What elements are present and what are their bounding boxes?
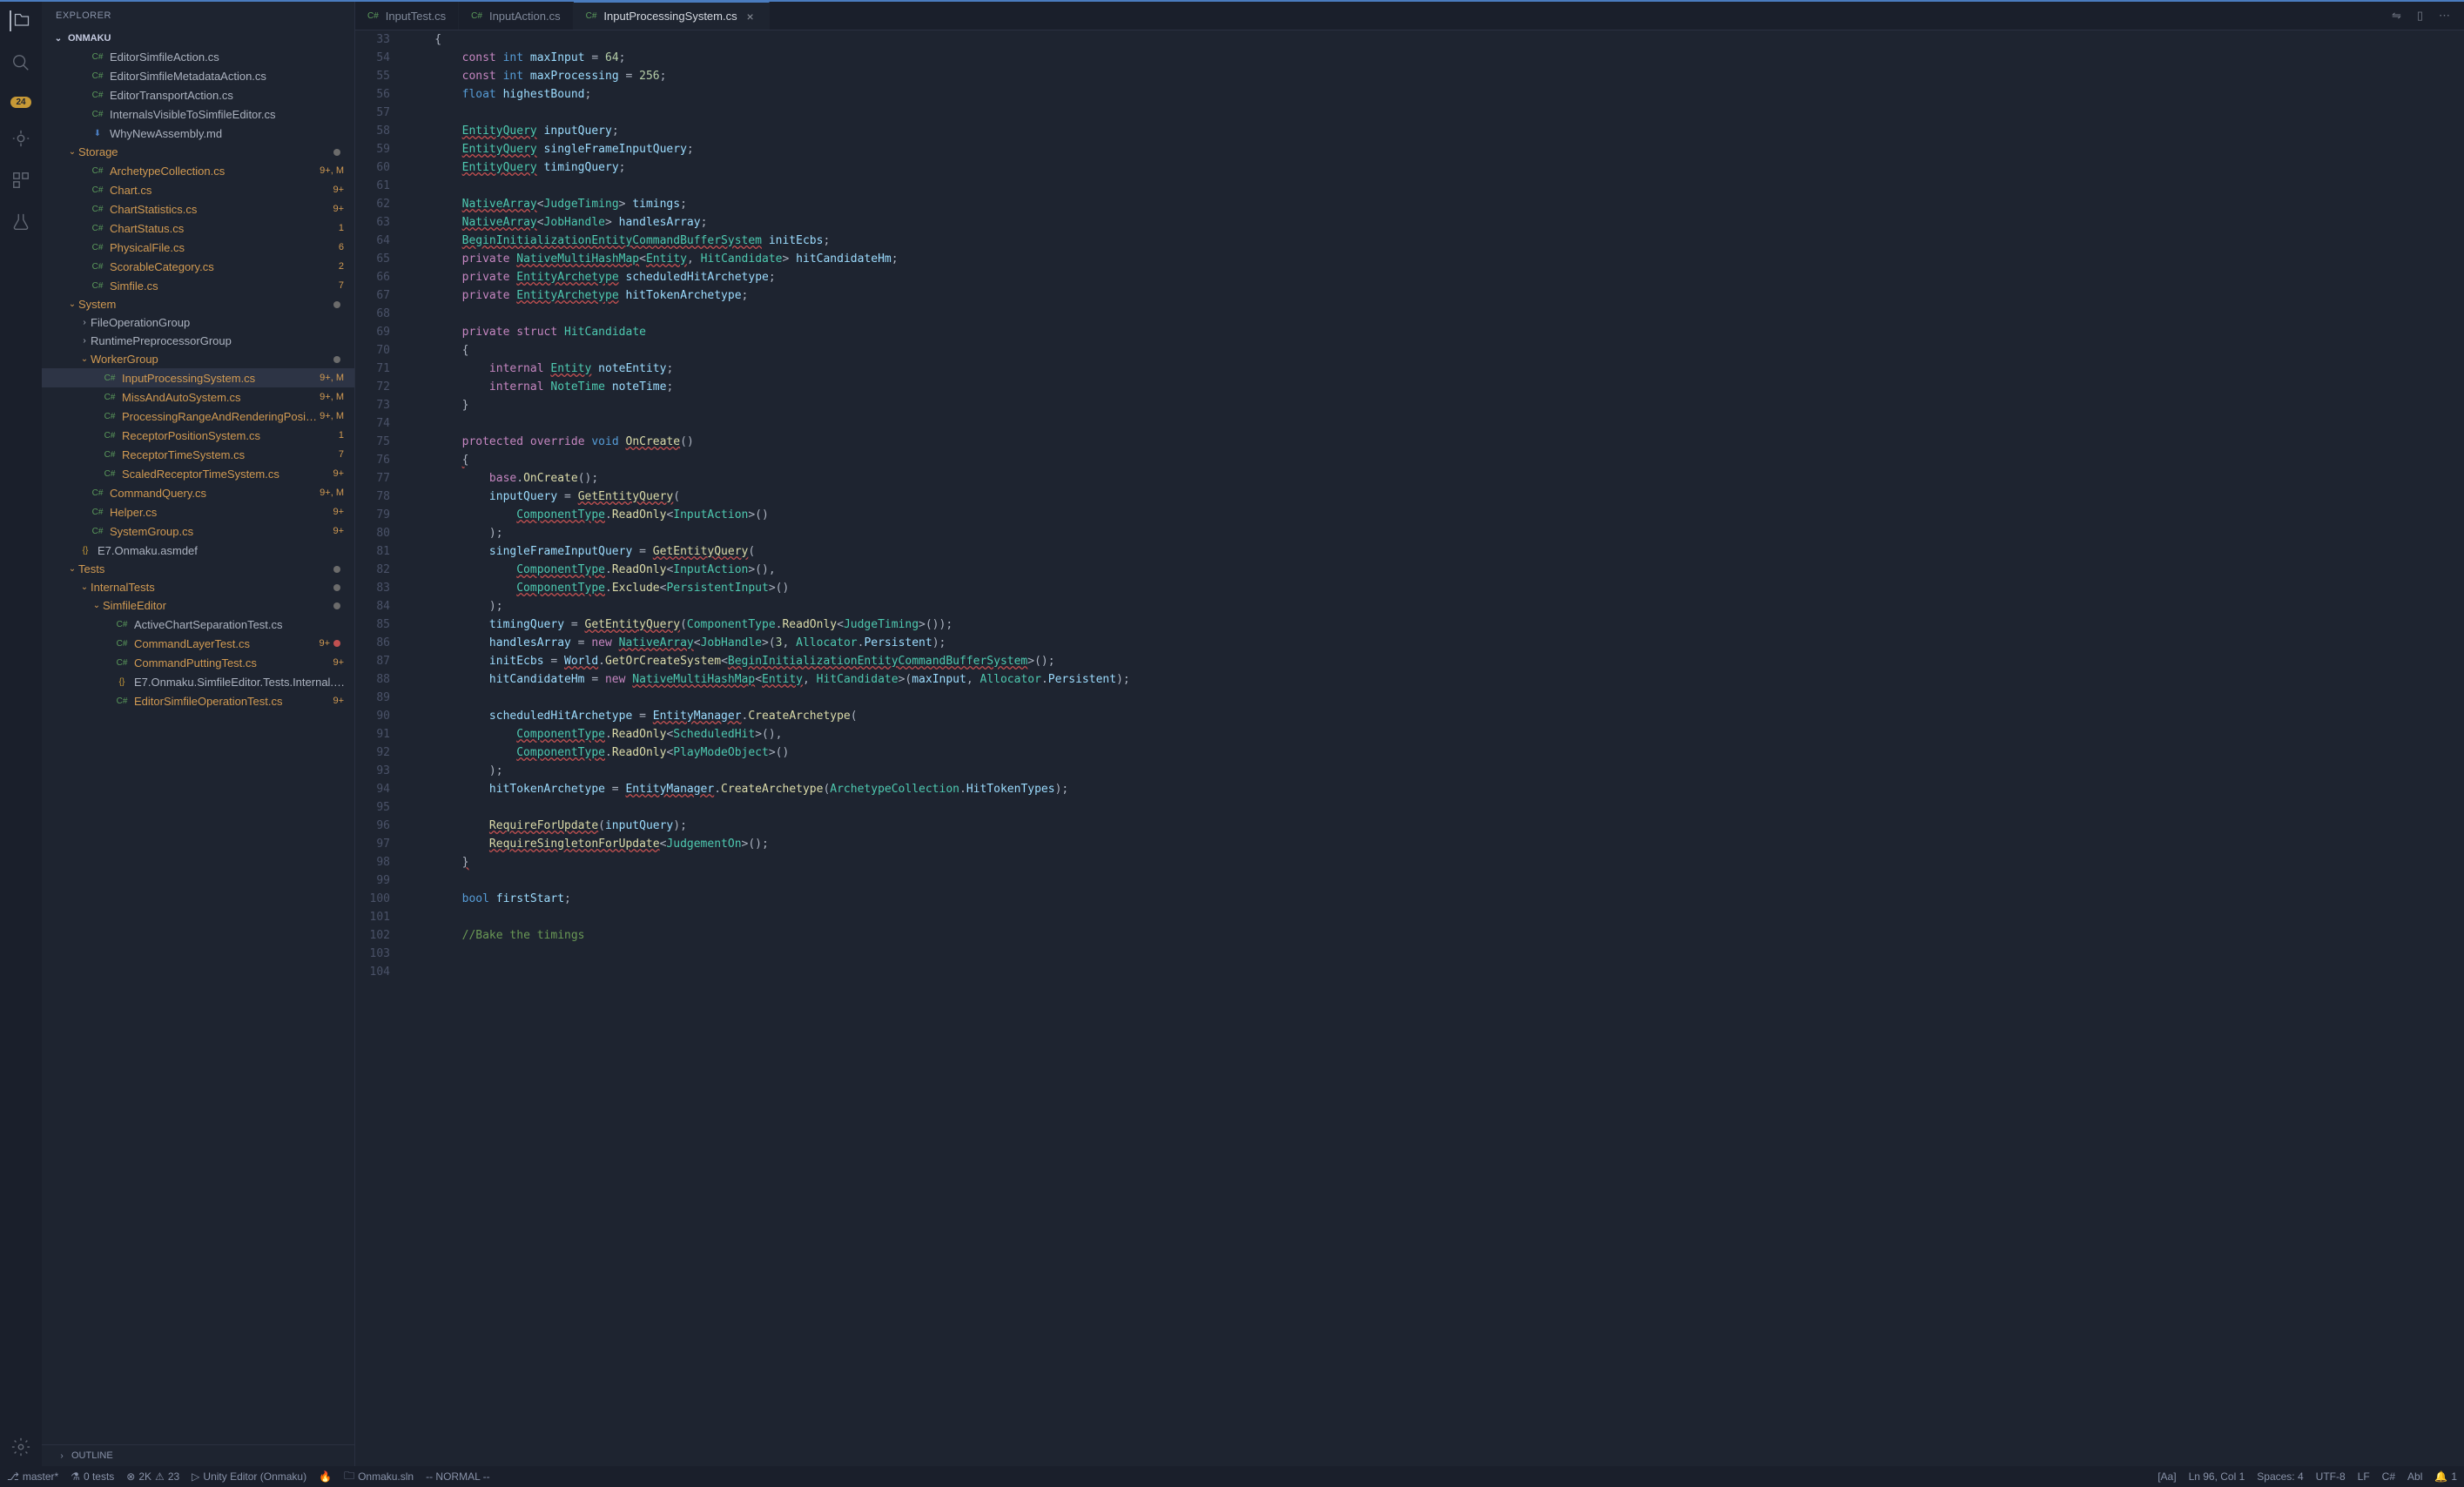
- editor-tab[interactable]: C#InputTest.cs: [355, 2, 459, 30]
- fire-icon[interactable]: 🔥: [319, 1470, 332, 1483]
- tree-item[interactable]: {}E7.Onmaku.SimfileEditor.Tests.Internal…: [42, 672, 354, 691]
- tree-item[interactable]: C#Simfile.cs7: [42, 276, 354, 295]
- tree-item[interactable]: C#Helper.cs9+: [42, 502, 354, 521]
- sidebar-header: EXPLORER: [42, 2, 354, 30]
- indent-status[interactable]: Spaces: 4: [2257, 1470, 2303, 1483]
- solution-file[interactable]: 🗀 Onmaku.sln: [344, 1468, 414, 1486]
- tree-item[interactable]: ›RuntimePreprocessorGroup: [42, 332, 354, 350]
- tree-item[interactable]: ⌄SimfileEditor: [42, 596, 354, 615]
- tree-item[interactable]: C#EditorSimfileAction.cs: [42, 47, 354, 66]
- code-area[interactable]: { const int maxInput = 64; const int max…: [401, 30, 2464, 1466]
- extensions-icon[interactable]: [10, 170, 31, 191]
- tree-item[interactable]: C#SystemGroup.cs9+: [42, 521, 354, 541]
- tree-item[interactable]: C#PhysicalFile.cs6: [42, 238, 354, 257]
- split-icon[interactable]: ▯: [2417, 9, 2423, 23]
- tree-item[interactable]: ⌄InternalTests: [42, 578, 354, 596]
- sidebar: EXPLORER ⌄ ONMAKU C#EditorSimfileAction.…: [42, 2, 355, 1466]
- tree-item[interactable]: C#ChartStatistics.cs9+: [42, 199, 354, 219]
- scm-badge: 24: [10, 97, 30, 108]
- tree-item[interactable]: C#ActiveChartSeparationTest.cs: [42, 615, 354, 634]
- editor-tab[interactable]: C#InputProcessingSystem.cs×: [574, 2, 770, 30]
- vim-mode: -- NORMAL --: [426, 1470, 490, 1483]
- tree-item[interactable]: C#CommandLayerTest.cs9+: [42, 634, 354, 653]
- tabs-container: C#InputTest.csC#InputAction.csC#InputPro…: [355, 2, 770, 30]
- case-mode[interactable]: [Aa]: [2158, 1470, 2176, 1483]
- tree-item[interactable]: C#ProcessingRangeAndRenderingPositio...9…: [42, 407, 354, 426]
- tree-item[interactable]: ⌄Storage: [42, 143, 354, 161]
- app-root: 24 EXPLORER ⌄ ONMAKU C#EditorSimfileActi…: [0, 0, 2464, 1487]
- main-layout: 24 EXPLORER ⌄ ONMAKU C#EditorSimfileActi…: [0, 2, 2464, 1466]
- encoding-status[interactable]: UTF-8: [2316, 1470, 2346, 1483]
- test-icon[interactable]: [10, 212, 31, 232]
- line-gutter: 3354555657585960616263646566676869707172…: [355, 30, 401, 1466]
- tests-status[interactable]: ⚗ 0 tests: [71, 1470, 114, 1483]
- outline-section[interactable]: › OUTLINE: [42, 1444, 354, 1466]
- scm-badge-wrapper[interactable]: 24: [10, 94, 30, 107]
- tree-item[interactable]: ⬇WhyNewAssembly.md: [42, 124, 354, 143]
- file-tree[interactable]: C#EditorSimfileAction.csC#EditorSimfileM…: [42, 47, 354, 1444]
- chevron-right-icon: ›: [56, 1451, 68, 1461]
- settings-icon[interactable]: [10, 1437, 31, 1457]
- explorer-icon[interactable]: [10, 10, 30, 31]
- tree-item[interactable]: C#InternalsVisibleToSimfileEditor.cs: [42, 104, 354, 124]
- tree-item[interactable]: ›FileOperationGroup: [42, 313, 354, 332]
- tree-item[interactable]: C#CommandQuery.cs9+, M: [42, 483, 354, 502]
- status-bar: ⎇ master* ⚗ 0 tests ⊗ 2K ⚠ 23 ▷ Unity Ed…: [0, 1466, 2464, 1487]
- tree-item[interactable]: C#ReceptorTimeSystem.cs7: [42, 445, 354, 464]
- tree-item[interactable]: C#CommandPuttingTest.cs9+: [42, 653, 354, 672]
- sidebar-section[interactable]: ⌄ ONMAKU: [42, 30, 354, 47]
- tree-item[interactable]: C#InputProcessingSystem.cs9+, M: [42, 368, 354, 387]
- editor-tab[interactable]: C#InputAction.cs: [459, 2, 573, 30]
- language-status[interactable]: C#: [2382, 1470, 2395, 1483]
- tree-item[interactable]: ⌄System: [42, 295, 354, 313]
- tree-item[interactable]: C#ChartStatus.cs1: [42, 219, 354, 238]
- tree-item[interactable]: C#EditorTransportAction.cs: [42, 85, 354, 104]
- notifications[interactable]: 🔔 1: [2434, 1470, 2457, 1483]
- chevron-down-icon: ⌄: [52, 34, 64, 44]
- outline-label: OUTLINE: [71, 1450, 113, 1461]
- debug-icon[interactable]: [10, 128, 31, 149]
- tree-item[interactable]: C#ArchetypeCollection.cs9+, M: [42, 161, 354, 180]
- abl-status[interactable]: Abl: [2407, 1470, 2422, 1483]
- debug-target[interactable]: ▷ Unity Editor (Onmaku): [192, 1470, 306, 1483]
- tree-item[interactable]: ⌄Tests: [42, 560, 354, 578]
- status-right: [Aa] Ln 96, Col 1 Spaces: 4 UTF-8 LF C# …: [2158, 1470, 2457, 1483]
- section-label: ONMAKU: [68, 33, 111, 44]
- close-icon[interactable]: ×: [744, 10, 757, 23]
- errors-status[interactable]: ⊗ 2K ⚠ 23: [126, 1470, 179, 1483]
- tree-item[interactable]: C#EditorSimfileOperationTest.cs9+: [42, 691, 354, 710]
- tree-item[interactable]: C#MissAndAutoSystem.cs9+, M: [42, 387, 354, 407]
- branch-status[interactable]: ⎇ master*: [7, 1470, 58, 1483]
- tree-item[interactable]: C#ReceptorPositionSystem.cs1: [42, 426, 354, 445]
- tree-item[interactable]: C#Chart.cs9+: [42, 180, 354, 199]
- tree-item[interactable]: C#ScorableCategory.cs2: [42, 257, 354, 276]
- status-left: ⎇ master* ⚗ 0 tests ⊗ 2K ⚠ 23 ▷ Unity Ed…: [7, 1468, 490, 1486]
- eol-status[interactable]: LF: [2358, 1470, 2370, 1483]
- tree-item[interactable]: C#ScaledReceptorTimeSystem.cs9+: [42, 464, 354, 483]
- tree-item[interactable]: ⌄WorkerGroup: [42, 350, 354, 368]
- search-icon[interactable]: [10, 52, 31, 73]
- tab-bar: C#InputTest.csC#InputAction.csC#InputPro…: [355, 2, 2464, 30]
- activity-bar: 24: [0, 2, 42, 1466]
- compare-icon[interactable]: ⇋: [2392, 9, 2401, 23]
- more-icon[interactable]: ⋯: [2439, 9, 2450, 23]
- cursor-position[interactable]: Ln 96, Col 1: [2189, 1470, 2245, 1483]
- tree-item[interactable]: C#EditorSimfileMetadataAction.cs: [42, 66, 354, 85]
- tree-item[interactable]: {}E7.Onmaku.asmdef: [42, 541, 354, 560]
- editor-area: C#InputTest.csC#InputAction.csC#InputPro…: [355, 2, 2464, 1466]
- editor-content: 3354555657585960616263646566676869707172…: [355, 30, 2464, 1466]
- tab-actions: ⇋ ▯ ⋯: [2392, 9, 2464, 23]
